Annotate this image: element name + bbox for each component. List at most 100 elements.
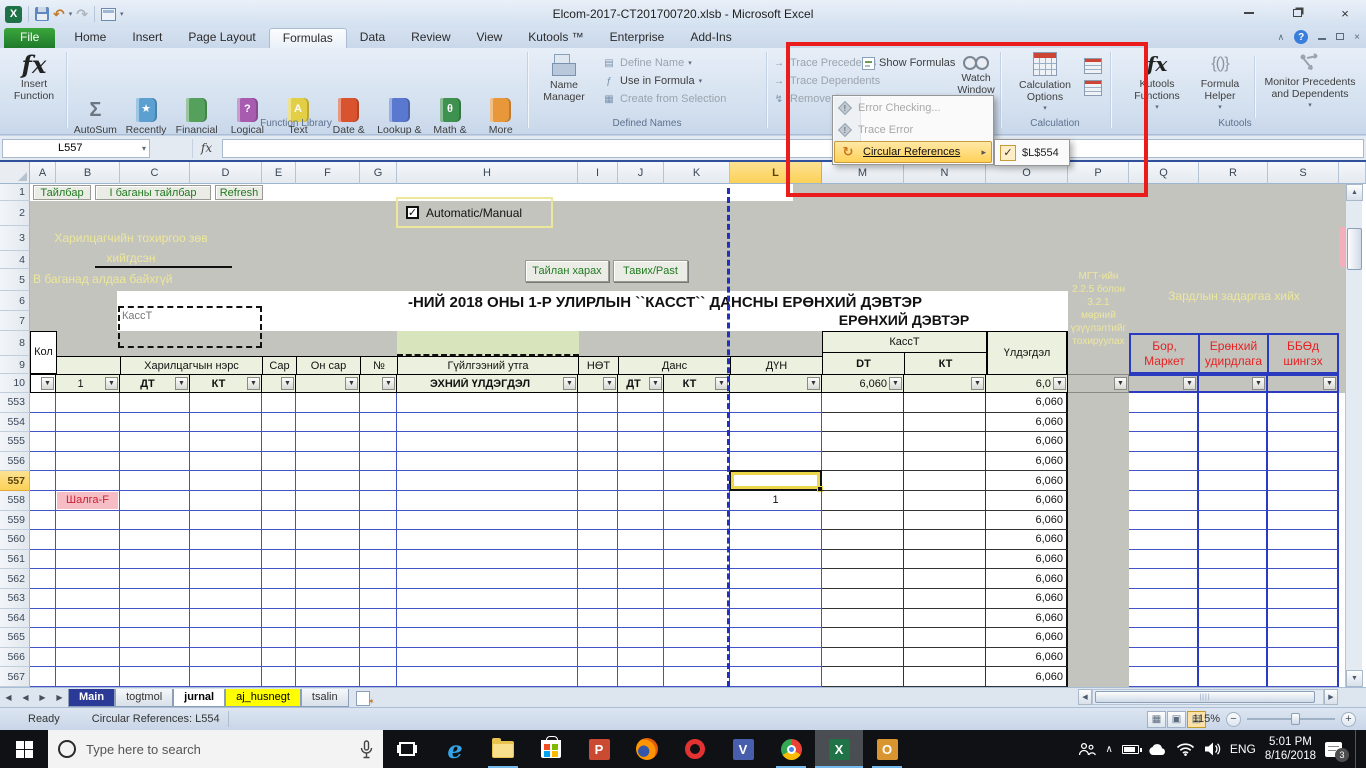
cell-E557[interactable] xyxy=(262,471,296,491)
cell-H566[interactable] xyxy=(397,648,578,668)
cell-L558[interactable]: 1 xyxy=(730,491,822,511)
column-header-d[interactable]: D xyxy=(190,162,262,184)
sheet-tab-togtmol[interactable]: togtmol xyxy=(115,689,173,707)
undo-icon[interactable]: ↶ xyxy=(53,6,65,23)
ribbon-tab-add-ins[interactable]: Add-Ins xyxy=(677,28,744,48)
cell-Q567[interactable] xyxy=(1129,667,1199,687)
cell-S565[interactable] xyxy=(1268,628,1339,648)
cell-R564[interactable] xyxy=(1199,609,1268,629)
row-header-557[interactable]: 557 xyxy=(0,471,30,491)
cell-N567[interactable] xyxy=(904,667,986,687)
taskbar-app-excel[interactable]: X xyxy=(815,730,863,768)
cell-S562[interactable] xyxy=(1268,569,1339,589)
cell-B563[interactable] xyxy=(56,589,120,609)
cell-I562[interactable] xyxy=(578,569,618,589)
task-view-button[interactable] xyxy=(383,730,431,768)
cell-A559[interactable] xyxy=(30,511,56,531)
cell-H557[interactable] xyxy=(397,471,578,491)
automatic-manual-checkbox[interactable]: ✓ xyxy=(406,206,419,219)
close-button[interactable]: × xyxy=(1332,4,1358,22)
cell-N553[interactable] xyxy=(904,393,986,413)
zoom-level[interactable]: 115% xyxy=(1193,713,1220,725)
cell-P554[interactable] xyxy=(1068,413,1129,433)
cell-S555[interactable] xyxy=(1268,432,1339,452)
scroll-left-icon[interactable]: ◀ xyxy=(1078,689,1092,705)
tavih-past-button[interactable]: Тавих/Past xyxy=(613,260,688,282)
cell-E562[interactable] xyxy=(262,569,296,589)
cell-F565[interactable] xyxy=(296,628,360,648)
cell-O565[interactable]: 6,060 xyxy=(986,628,1068,648)
cell-P563[interactable] xyxy=(1068,589,1129,609)
cell-R562[interactable] xyxy=(1199,569,1268,589)
vertical-scrollbar[interactable]: ▲ ▼ xyxy=(1345,184,1362,687)
cell-C567[interactable] xyxy=(120,667,190,687)
cell-H567[interactable] xyxy=(397,667,578,687)
cell-S558[interactable] xyxy=(1268,491,1339,511)
cell-O554[interactable]: 6,060 xyxy=(986,413,1068,433)
cell-A562[interactable] xyxy=(30,569,56,589)
cell-R557[interactable] xyxy=(1199,471,1268,491)
cell-D559[interactable] xyxy=(190,511,262,531)
cell-N566[interactable] xyxy=(904,648,986,668)
cell-M554[interactable] xyxy=(822,413,904,433)
cell-O564[interactable]: 6,060 xyxy=(986,609,1068,629)
taskbar-search[interactable]: Type here to search xyxy=(48,730,383,768)
cell-C566[interactable] xyxy=(120,648,190,668)
column-header-a[interactable]: A xyxy=(30,162,56,184)
row-header-559[interactable]: 559 xyxy=(0,511,30,531)
row-header-558[interactable]: 558 xyxy=(0,491,30,511)
row-header-565[interactable]: 565 xyxy=(0,628,30,648)
cell-F559[interactable] xyxy=(296,511,360,531)
cell-Q553[interactable] xyxy=(1129,393,1199,413)
cell-A564[interactable] xyxy=(30,609,56,629)
cell-F558[interactable] xyxy=(296,491,360,511)
cell-A558[interactable] xyxy=(30,491,56,511)
cell-M566[interactable] xyxy=(822,648,904,668)
cell-A565[interactable] xyxy=(30,628,56,648)
cell-S553[interactable] xyxy=(1268,393,1339,413)
cell-J560[interactable] xyxy=(618,530,664,550)
cell-R558[interactable] xyxy=(1199,491,1268,511)
cell-D557[interactable] xyxy=(190,471,262,491)
row-header-2[interactable]: 2 xyxy=(0,201,30,226)
row-header-3[interactable]: 3 xyxy=(0,226,30,251)
zoom-slider[interactable] xyxy=(1247,718,1335,720)
row-header-566[interactable]: 566 xyxy=(0,648,30,668)
cell-H558[interactable] xyxy=(397,491,578,511)
cell-S564[interactable] xyxy=(1268,609,1339,629)
cell-E565[interactable] xyxy=(262,628,296,648)
workbook-restore-button[interactable] xyxy=(1336,32,1344,43)
ribbon-tab-home[interactable]: Home xyxy=(61,28,119,48)
refresh-button[interactable]: Refresh xyxy=(215,185,263,200)
cell-P559[interactable] xyxy=(1068,511,1129,531)
row-header-10[interactable]: 10 xyxy=(0,374,30,393)
sheet-tab-main[interactable]: Main xyxy=(68,689,115,707)
cell-E561[interactable] xyxy=(262,550,296,570)
cell-C553[interactable] xyxy=(120,393,190,413)
cell-B562[interactable] xyxy=(56,569,120,589)
cell-H555[interactable] xyxy=(397,432,578,452)
cell-D560[interactable] xyxy=(190,530,262,550)
clock[interactable]: 5:01 PM 8/16/2018 xyxy=(1265,735,1316,763)
cell-N564[interactable] xyxy=(904,609,986,629)
cell-J561[interactable] xyxy=(618,550,664,570)
cell-H560[interactable] xyxy=(397,530,578,550)
cell-I567[interactable] xyxy=(578,667,618,687)
zoom-out-icon[interactable]: − xyxy=(1226,712,1241,727)
cell-K563[interactable] xyxy=(664,589,730,609)
column-header-b[interactable]: B xyxy=(56,162,120,184)
cell-B555[interactable] xyxy=(56,432,120,452)
view-normal-icon[interactable]: ▦ xyxy=(1147,711,1166,728)
cell-S559[interactable] xyxy=(1268,511,1339,531)
ribbon-tab-kutools[interactable]: Kutools ™ xyxy=(515,28,596,48)
onedrive-cloud-icon[interactable] xyxy=(1148,743,1167,756)
next-sheet-icon[interactable]: ▶ xyxy=(34,690,51,706)
row-header-561[interactable]: 561 xyxy=(0,550,30,570)
ribbon-tab-page-layout[interactable]: Page Layout xyxy=(175,28,268,48)
filter-dropdown-icon[interactable]: ▼ xyxy=(382,377,395,390)
column-header-s[interactable]: S xyxy=(1268,162,1339,184)
prev-sheet-icon[interactable]: ◀ xyxy=(17,690,34,706)
cell-B561[interactable] xyxy=(56,550,120,570)
cell-E558[interactable] xyxy=(262,491,296,511)
cell-B566[interactable] xyxy=(56,648,120,668)
